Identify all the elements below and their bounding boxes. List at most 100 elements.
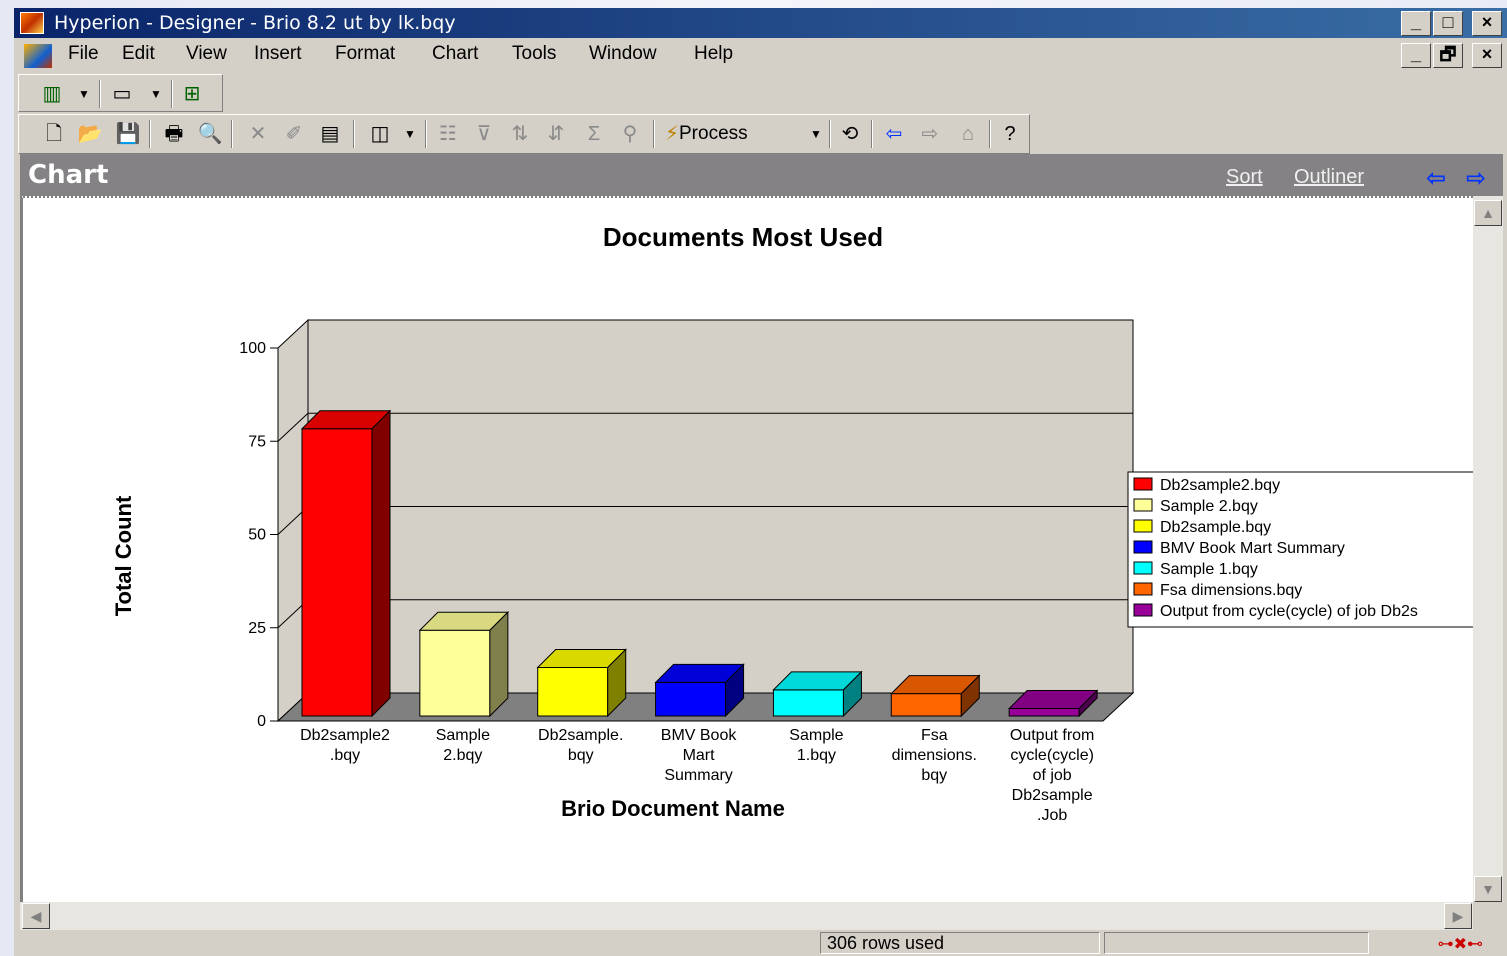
x-tick-label: Fsa	[921, 727, 948, 744]
legend-label: BMV Book Mart Summary	[1160, 540, 1345, 557]
legend-swatch	[1133, 582, 1153, 596]
link-icon[interactable]: ⚲	[617, 122, 643, 146]
section-dropdown-icon[interactable]: ▼	[397, 122, 423, 146]
toolbar-separator	[171, 80, 173, 108]
print-icon[interactable]: 🖶	[161, 122, 187, 146]
x-tick-label: .Job	[1037, 807, 1067, 824]
legend-icon[interactable]: ▭	[109, 82, 135, 106]
legend-label: Db2sample2.bqy	[1160, 477, 1280, 494]
print-preview-icon[interactable]: 🔍	[197, 122, 223, 146]
bar-chart: Documents Most Used Total Count Brio Doc…	[111, 222, 1479, 824]
forward-icon[interactable]: ⇨	[917, 122, 943, 146]
help-icon[interactable]: ?	[997, 122, 1023, 146]
scroll-left-icon[interactable]: ◀	[22, 903, 50, 929]
minimize-button[interactable]: _	[1401, 11, 1431, 36]
menu-edit[interactable]: Edit	[122, 43, 155, 65]
legend-swatch	[1133, 498, 1153, 512]
x-tick-label: of job	[1033, 767, 1072, 784]
y-tick-label: 100	[239, 340, 266, 357]
sort-descending-icon[interactable]: ⇵	[543, 122, 569, 146]
outliner-link[interactable]: Outliner	[1294, 166, 1364, 189]
doc-restore-button[interactable]: 🗗	[1433, 43, 1463, 68]
legend-label: Sample 2.bqy	[1160, 498, 1258, 515]
legend-swatch	[1133, 477, 1153, 491]
bar	[1008, 708, 1080, 717]
legend-dropdown-icon[interactable]: ▼	[143, 82, 169, 106]
x-tick-label: BMV Book	[661, 727, 738, 744]
properties-icon[interactable]: ☷	[435, 122, 461, 146]
x-tick-label: Db2sample	[1012, 787, 1093, 804]
cut-icon[interactable]: ✕	[245, 122, 271, 146]
menu-view[interactable]: View	[186, 43, 227, 65]
scroll-down-icon[interactable]: ▼	[1474, 876, 1502, 902]
chart-canvas: Documents Most Used Total Count Brio Doc…	[20, 196, 1479, 902]
refresh-icon[interactable]: ⟲	[837, 122, 863, 146]
title-bar: Hyperion - Designer - Brio 8.2 ut by lk.…	[14, 8, 1507, 38]
menu-window[interactable]: Window	[589, 43, 657, 65]
legend-label: Fsa dimensions.bqy	[1160, 582, 1302, 599]
close-button[interactable]: ×	[1472, 11, 1502, 36]
toolbar-separator	[99, 80, 101, 108]
legend-label: Sample 1.bqy	[1160, 561, 1258, 578]
menu-format[interactable]: Format	[335, 43, 395, 65]
section-icon[interactable]: ◫	[367, 122, 393, 146]
toolbar-separator	[989, 120, 991, 148]
legend-swatch	[1133, 603, 1153, 617]
menu-insert[interactable]: Insert	[254, 43, 302, 65]
process-dropdown-icon[interactable]: ▼	[803, 122, 829, 146]
chart-type-dropdown-icon[interactable]: ▼	[71, 82, 97, 106]
menu-file[interactable]: File	[68, 43, 99, 65]
standard-toolbar: 🗋 📂 💾 🖶 🔍 ✕ ✐ ▤ ◫ ▼ ☷ ⊽ ⇅ ⇵ Σ ⚲ ⚡ Proces…	[18, 114, 1030, 154]
doc-close-button[interactable]: ×	[1472, 43, 1502, 68]
x-axis-label: Brio Document Name	[561, 796, 785, 821]
legend-swatch	[1133, 519, 1153, 533]
horizontal-scrollbar[interactable]: ◀ ▶	[20, 902, 1473, 930]
sort-link[interactable]: Sort	[1226, 166, 1263, 189]
bar	[655, 681, 727, 717]
x-tick-label: .bqy	[330, 747, 360, 764]
back-icon[interactable]: ⇦	[881, 122, 907, 146]
save-icon[interactable]: 💾	[115, 122, 141, 146]
home-icon[interactable]: ⌂	[955, 122, 981, 146]
x-tick-label: Sample	[789, 727, 843, 744]
rows-used-status: 306 rows used	[820, 932, 1100, 954]
table-icon[interactable]: ▤	[317, 122, 343, 146]
bar-side	[371, 409, 391, 718]
x-tick-label: bqy	[921, 767, 947, 784]
forward-arrow-icon[interactable]: ⇨	[1466, 164, 1486, 193]
new-icon[interactable]: 🗋	[41, 122, 67, 146]
chart-type-icon[interactable]: ▥	[39, 82, 65, 106]
y-tick-label: 50	[248, 527, 266, 544]
sort-ascending-icon[interactable]: ⇅	[507, 122, 533, 146]
scroll-right-icon[interactable]: ▶	[1444, 903, 1472, 929]
process-button[interactable]: Process	[679, 122, 748, 146]
y-tick-label: 0	[257, 713, 266, 730]
doc-minimize-button[interactable]: _	[1401, 43, 1431, 68]
disconnected-icon: ⊶✖⊷	[1437, 936, 1483, 953]
axis-icon[interactable]: ⊞	[179, 82, 205, 106]
x-tick-label: bqy	[568, 747, 594, 764]
hyperion-app-icon[interactable]	[20, 12, 44, 34]
filter-icon[interactable]: ⊽	[471, 122, 497, 146]
bar-side	[489, 611, 509, 718]
vertical-scrollbar[interactable]: ▲ ▼	[1473, 196, 1503, 902]
x-tick-label: Db2sample.	[538, 727, 623, 744]
menu-help[interactable]: Help	[694, 43, 733, 65]
document-icon[interactable]	[24, 44, 52, 68]
bar	[419, 629, 491, 717]
sum-icon[interactable]: Σ	[581, 122, 607, 146]
maximize-button[interactable]: □	[1433, 11, 1463, 36]
legend-label: Output from cycle(cycle) of job Db2s	[1160, 603, 1418, 620]
section-header: Chart Sort Outliner ⇦ ⇨	[20, 154, 1503, 196]
menu-chart[interactable]: Chart	[432, 43, 478, 65]
paste-icon[interactable]: ✐	[281, 122, 307, 146]
bar	[772, 689, 844, 717]
scroll-up-icon[interactable]: ▲	[1474, 200, 1502, 226]
back-arrow-icon[interactable]: ⇦	[1426, 164, 1446, 193]
menu-tools[interactable]: Tools	[512, 43, 556, 65]
legend-swatch	[1133, 540, 1153, 554]
toolbar-separator	[353, 120, 355, 148]
bar	[890, 693, 962, 717]
status-panel-empty	[1104, 932, 1369, 954]
open-icon[interactable]: 📂	[77, 122, 103, 146]
